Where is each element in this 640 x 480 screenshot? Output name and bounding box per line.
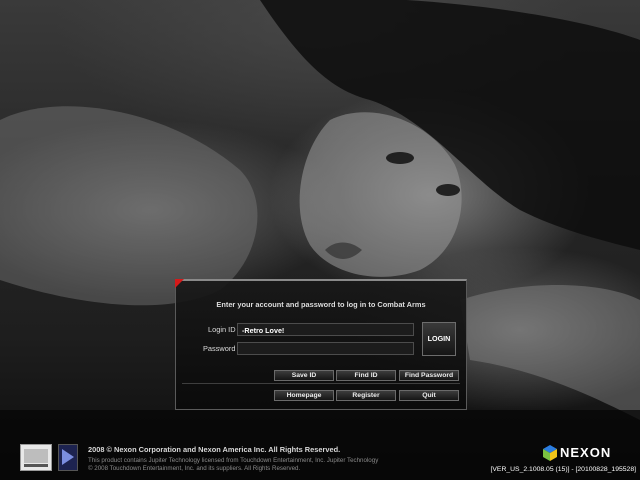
homepage-button[interactable]: Homepage bbox=[274, 390, 334, 401]
footer: 2008 © Nexon Corporation and Nexon Ameri… bbox=[0, 436, 640, 480]
login-id-field[interactable]: -Retro Love! bbox=[237, 323, 414, 336]
save-id-button[interactable]: Save ID bbox=[274, 370, 334, 381]
version-text: [VER_US_2.1008.05 (15)] - [20100828_1955… bbox=[490, 466, 637, 473]
register-button[interactable]: Register bbox=[336, 390, 396, 401]
password-label: Password bbox=[203, 344, 236, 353]
panel-corner-accent bbox=[175, 279, 184, 288]
panel-divider bbox=[182, 383, 460, 384]
nexon-logo: NEXON bbox=[542, 444, 632, 462]
quit-button[interactable]: Quit bbox=[399, 390, 459, 401]
find-id-button[interactable]: Find ID bbox=[336, 370, 396, 381]
login-panel: Enter your account and password to log i… bbox=[175, 279, 467, 410]
ratings-badge-icon bbox=[20, 444, 52, 471]
publisher-logo-icon bbox=[58, 444, 78, 471]
technology-copyright: © 2008 Touchdown Entertainment, Inc. and… bbox=[88, 465, 301, 472]
login-id-label: Login ID bbox=[208, 325, 236, 334]
nexon-wordmark: NEXON bbox=[560, 445, 612, 460]
copyright-text: 2008 © Nexon Corporation and Nexon Ameri… bbox=[88, 445, 341, 454]
login-instructions: Enter your account and password to log i… bbox=[216, 300, 426, 309]
login-button[interactable]: LOGIN bbox=[422, 322, 456, 356]
login-screen: Enter your account and password to log i… bbox=[0, 0, 640, 480]
password-field[interactable] bbox=[237, 342, 414, 355]
find-password-button[interactable]: Find Password bbox=[399, 370, 459, 381]
technology-notice: This product contains Jupiter Technology… bbox=[88, 457, 379, 464]
nexon-cube-icon bbox=[543, 445, 557, 461]
